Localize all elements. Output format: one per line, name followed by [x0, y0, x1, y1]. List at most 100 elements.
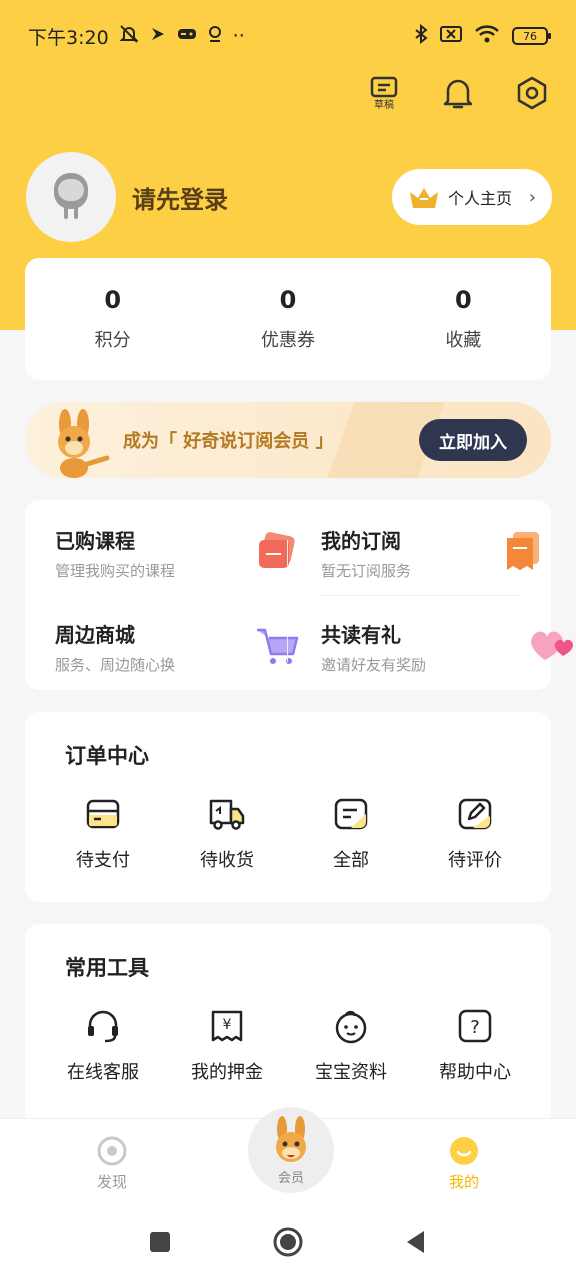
divider: [287, 636, 288, 662]
settings-button[interactable]: [512, 72, 552, 114]
services-card: 已购课程 管理我购买的课程 我的订阅 暂无订阅服务 周边商城 服务、周边随心换 …: [25, 500, 574, 690]
circle-home-icon: [273, 1227, 303, 1257]
section-title: 订单中心: [65, 744, 149, 768]
stat-value: 0: [279, 286, 297, 314]
tool-baby-profile[interactable]: 宝宝资料: [289, 1006, 413, 1084]
service-subtitle: 服务、周边随心换: [55, 656, 176, 674]
personal-homepage-button[interactable]: 个人主页 ›: [392, 169, 552, 225]
stat-points[interactable]: 0 积分: [25, 258, 200, 380]
service-merch-store[interactable]: 周边商城 服务、周边随心换: [55, 608, 305, 686]
profile-row: 请先登录 个人主页 ›: [26, 152, 552, 242]
stat-favorites[interactable]: 0 收藏: [376, 258, 551, 380]
header-actions: 草稿: [364, 72, 552, 114]
order-all[interactable]: 全部: [289, 794, 413, 872]
tool-help-center[interactable]: ? 帮助中心: [413, 1006, 537, 1084]
system-nav-bar: [0, 1208, 576, 1280]
svg-text:¥: ¥: [223, 1017, 232, 1033]
stat-coupons[interactable]: 0 优惠券: [200, 258, 375, 380]
baby-icon: [331, 1006, 371, 1046]
avatar[interactable]: [26, 152, 116, 242]
order-label: 待评价: [448, 850, 502, 871]
tool-online-support[interactable]: 在线客服: [41, 1006, 165, 1084]
service-title: 周边商城: [55, 623, 135, 647]
join-now-button[interactable]: 立即加入: [419, 419, 527, 461]
smiley-icon: [450, 1137, 478, 1165]
default-avatar-icon: [54, 173, 88, 219]
divider: [287, 540, 288, 566]
section-title: 常用工具: [65, 956, 149, 980]
vip-banner[interactable]: 成为「 好奇说订阅会员 」 立即加入: [25, 402, 551, 478]
stats-card: 0 积分 0 优惠券 0 收藏: [25, 258, 551, 380]
tab-label: 发现: [96, 1173, 127, 1191]
order-grid: 待支付 待收货 全部 待评价: [41, 794, 537, 872]
gamepad-icon: [177, 25, 197, 47]
bottom-tab-bar: 发现 会员 我的: [0, 1107, 576, 1208]
wifi-icon: [474, 24, 500, 49]
draft-label: 草稿: [374, 99, 394, 111]
gear-icon: [517, 76, 547, 110]
tab-label: 我的: [448, 1173, 479, 1191]
tool-label: 帮助中心: [439, 1062, 511, 1083]
notification-button[interactable]: [438, 72, 478, 114]
location-icon: [207, 25, 223, 48]
stat-label: 积分: [94, 330, 131, 351]
login-prompt[interactable]: 请先登录: [132, 180, 228, 215]
home-button[interactable]: [272, 1226, 304, 1262]
order-pending-receipt[interactable]: 待收货: [165, 794, 289, 872]
svg-text:?: ?: [470, 1017, 480, 1038]
tab-mine[interactable]: 我的: [424, 1135, 504, 1192]
service-title: 共读有礼: [321, 623, 401, 647]
tab-discover[interactable]: 发现: [72, 1135, 152, 1192]
service-purchased-courses[interactable]: 已购课程 管理我购买的课程: [55, 514, 305, 592]
truck-icon: [207, 794, 247, 834]
battery-indicator: 76: [512, 27, 551, 45]
tab-member[interactable]: 会员: [248, 1107, 334, 1193]
tab-label: 会员: [277, 1170, 304, 1186]
tools-grid: 在线客服 ¥ 我的押金 宝宝资料 ? 帮助中心: [41, 1006, 537, 1084]
status-time: 下午3:20: [28, 26, 109, 49]
tool-my-deposit[interactable]: ¥ 我的押金: [165, 1006, 289, 1084]
course-cards-icon: [249, 524, 305, 580]
stat-label: 优惠券: [260, 330, 315, 351]
stat-value: 0: [454, 286, 472, 314]
shopping-cart-icon: [249, 618, 305, 674]
divider: [321, 595, 521, 596]
stat-value: 0: [104, 286, 122, 314]
list-icon: [331, 794, 371, 834]
service-subtitle: 暂无订阅服务: [321, 562, 412, 580]
back-button[interactable]: [404, 1229, 428, 1259]
card-icon: [83, 794, 123, 834]
bell-icon: [443, 79, 473, 109]
order-label: 待收货: [200, 850, 254, 871]
deposit-icon: ¥: [207, 1006, 247, 1046]
more-dots-icon: ··: [232, 25, 245, 47]
recents-button[interactable]: [148, 1230, 172, 1258]
order-pending-payment[interactable]: 待支付: [41, 794, 165, 872]
tool-label: 在线客服: [67, 1062, 139, 1083]
stat-label: 收藏: [445, 330, 482, 351]
draft-button[interactable]: 草稿: [364, 72, 404, 114]
app-notification-icon: [149, 25, 167, 48]
tool-label: 我的押金: [191, 1062, 263, 1083]
discover-icon: [97, 1136, 127, 1166]
service-subtitle: 管理我购买的课程: [55, 562, 176, 580]
personal-homepage-label: 个人主页: [448, 189, 513, 208]
service-my-subscriptions[interactable]: 我的订阅 暂无订阅服务: [321, 514, 571, 592]
subscription-ticket-icon: [495, 524, 551, 580]
kangaroo-mascot-icon: [58, 409, 110, 478]
service-subtitle: 邀请好友有奖励: [321, 656, 427, 674]
sim-icon: [440, 25, 462, 48]
crown-icon: [410, 188, 438, 208]
service-read-together[interactable]: 共读有礼 邀请好友有奖励: [321, 608, 574, 686]
order-pending-review[interactable]: 待评价: [413, 794, 537, 872]
chevron-right-icon: ›: [528, 186, 536, 208]
draft-icon: [370, 76, 398, 97]
kangaroo-member-icon: [276, 1115, 306, 1162]
hearts-icon: [525, 618, 576, 674]
order-label: 全部: [333, 850, 369, 871]
order-label: 待支付: [76, 850, 130, 871]
service-title: 我的订阅: [321, 529, 401, 553]
square-icon: [150, 1232, 170, 1252]
help-icon: ?: [455, 1006, 495, 1046]
headset-icon: [83, 1006, 123, 1046]
